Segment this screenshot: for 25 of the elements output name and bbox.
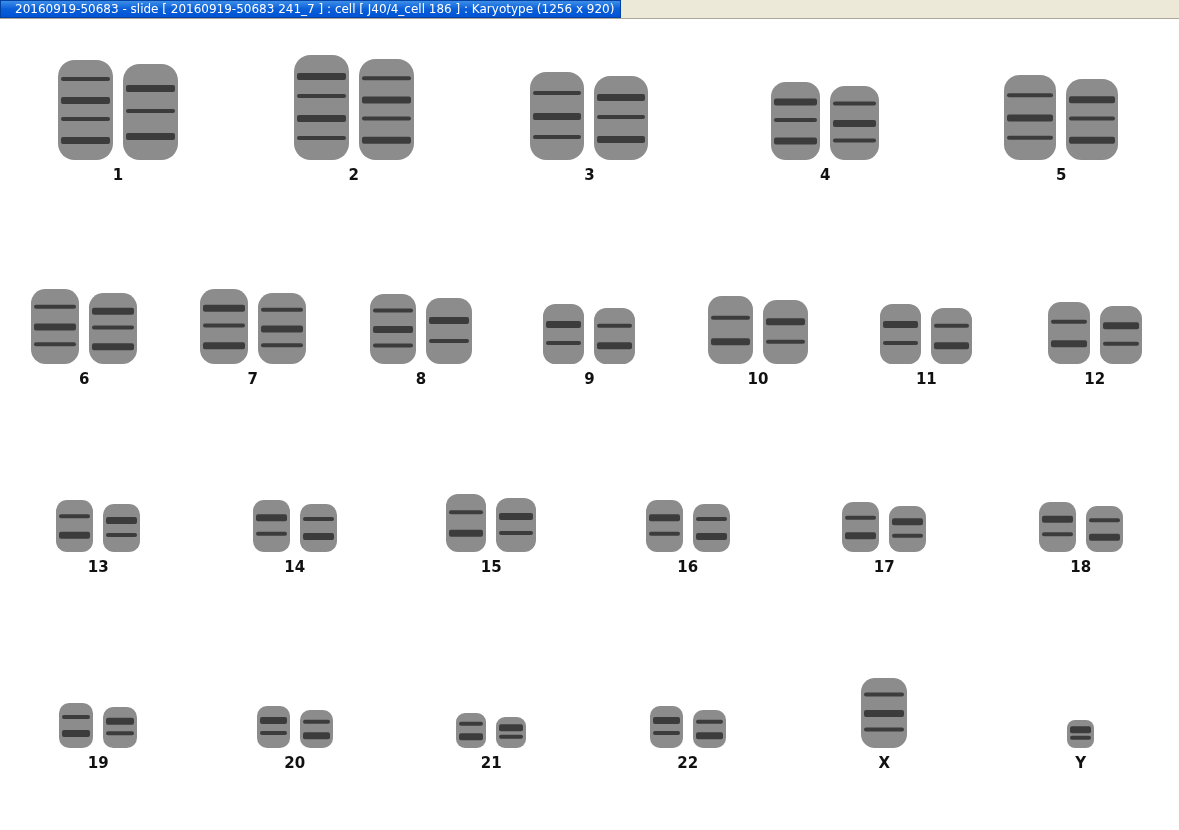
chromosome-label: 17 xyxy=(873,558,895,576)
chromosome-label: 1 xyxy=(112,166,124,184)
chromosome-label: 11 xyxy=(915,370,937,388)
chromosome-label: X xyxy=(878,754,891,772)
chromosome-label: 22 xyxy=(677,754,699,772)
chromosome-label: 8 xyxy=(415,370,427,388)
chromosome-label: 20 xyxy=(284,754,306,772)
chromosome-label: 12 xyxy=(1084,370,1106,388)
chromosome-label: 3 xyxy=(584,166,595,184)
window-title: 20160919-50683 - slide [ 20160919-50683 241_7 ] : cell [ J40/4_cell 186 ] : Karyotype (1256 x 920) xyxy=(0,0,622,18)
chromosome-label: 13 xyxy=(87,558,109,576)
chromosome-label: 10 xyxy=(747,370,769,388)
chromosome-label: 16 xyxy=(677,558,699,576)
chromosome-label: 15 xyxy=(480,558,502,576)
chromosome-label: 5 xyxy=(1055,166,1067,184)
chromosome-label: 4 xyxy=(820,166,831,184)
chromosome-label: 9 xyxy=(584,370,595,388)
chromosome-label: 21 xyxy=(480,754,502,772)
chromosome-label: 19 xyxy=(87,754,109,772)
chromosome-label: Y xyxy=(1075,754,1087,772)
chromosome-label: 18 xyxy=(1070,558,1092,576)
chromosome-label: 7 xyxy=(247,370,258,388)
chromosome-label: 2 xyxy=(348,166,359,184)
chromosome-label: 14 xyxy=(284,558,306,576)
chromosome-label: 6 xyxy=(79,370,90,388)
